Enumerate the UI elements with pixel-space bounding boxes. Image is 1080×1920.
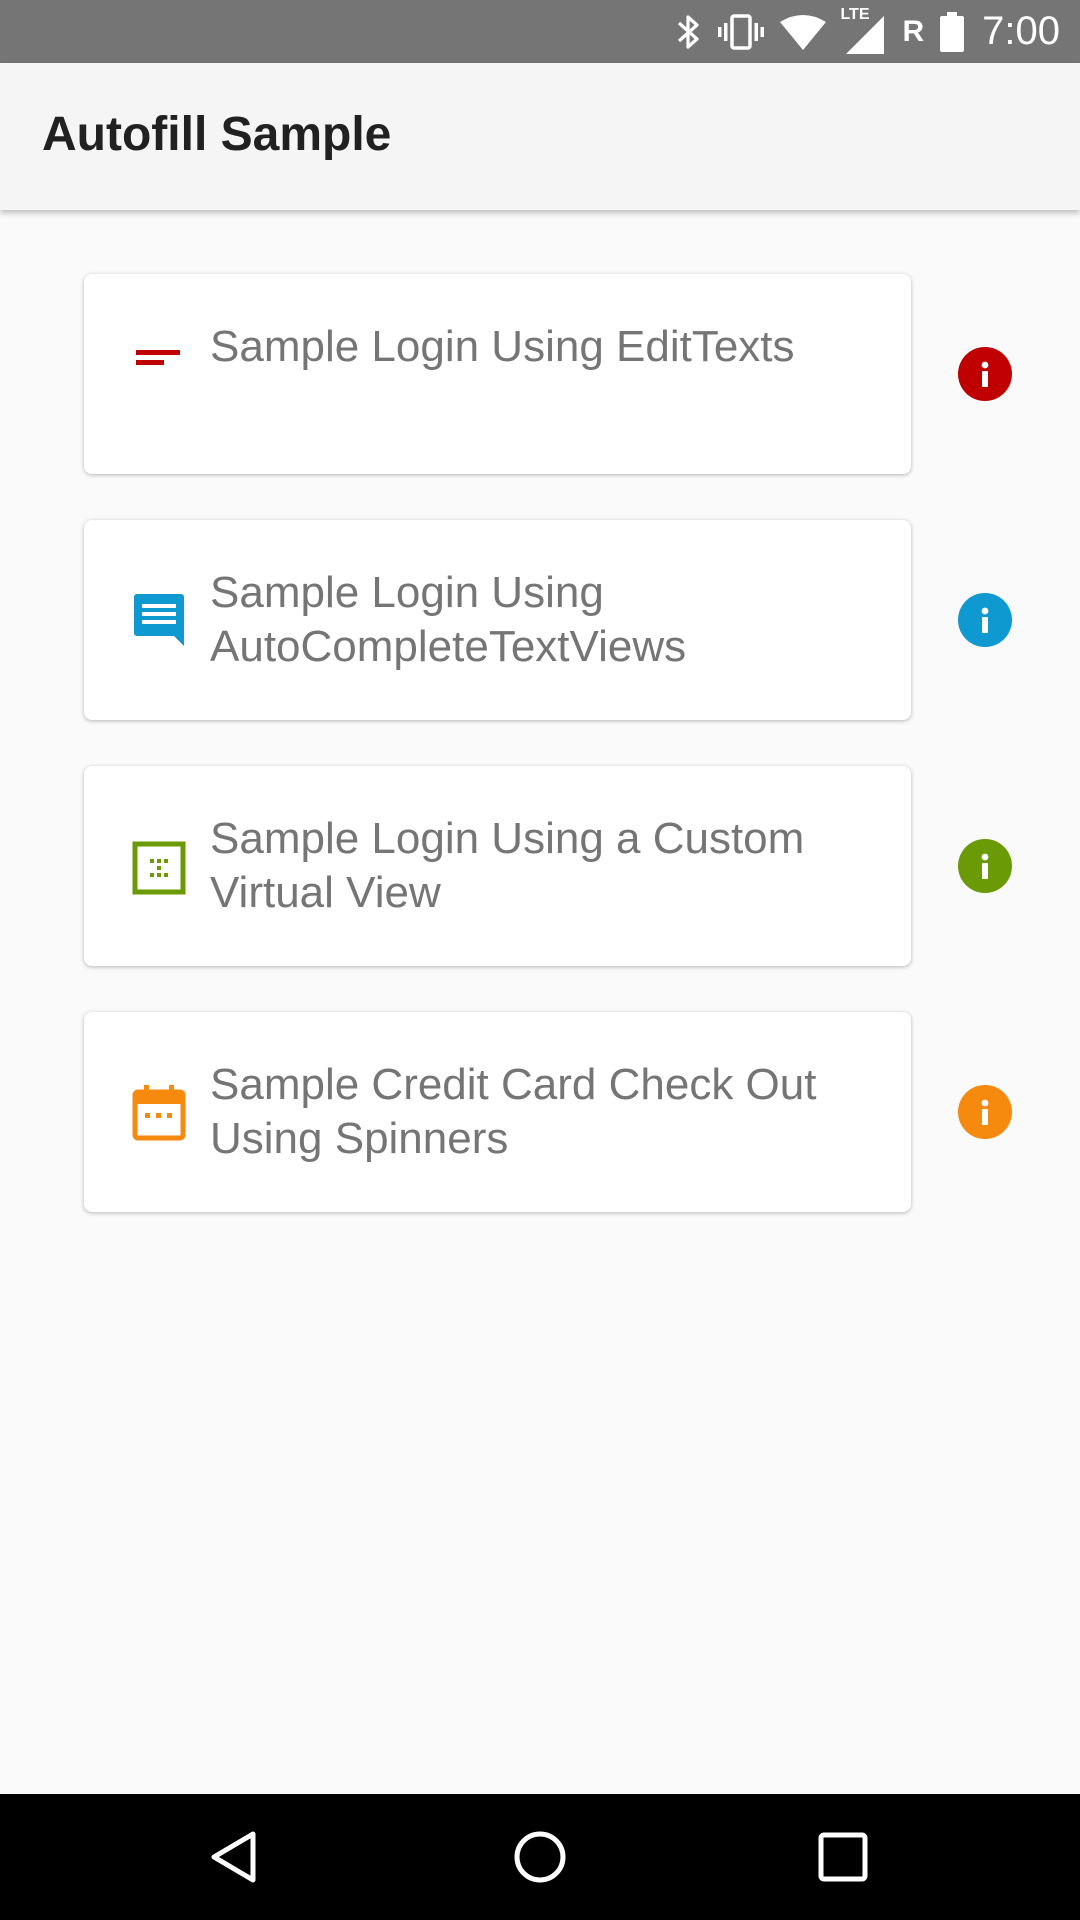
navigation-bar [0, 1794, 1080, 1920]
info-button-credit-card-checkout[interactable] [958, 1085, 1012, 1139]
card-label: Sample Login Using EditTexts [210, 322, 795, 371]
status-time: 7:00 [982, 9, 1060, 53]
roaming-label: R [902, 14, 925, 48]
list-item: Sample Login Using AutoCompleteTextViews [0, 520, 1080, 720]
info-icon [958, 1085, 1012, 1139]
card-credit-card-checkout[interactable]: Sample Credit Card Check Out Using Spinn… [84, 1012, 911, 1212]
status-bar: LTE R 7:00 [0, 0, 1080, 63]
bluetooth-icon [676, 12, 702, 52]
card-autocompletetextviews[interactable]: Sample Login Using AutoCompleteTextViews [84, 520, 911, 720]
grid-square-icon [129, 838, 189, 898]
home-icon [510, 1827, 570, 1887]
status-icons: LTE R 7:00 [660, 0, 1060, 63]
card-edittexts[interactable]: Sample Login Using EditTexts [84, 274, 911, 474]
short-text-icon [129, 330, 189, 390]
home-button[interactable] [510, 1827, 570, 1887]
list-item: Sample Credit Card Check Out Using Spinn… [0, 1012, 1080, 1212]
vibrate-icon [718, 13, 765, 50]
info-button-custom-virtual-view[interactable] [958, 839, 1012, 893]
back-button[interactable] [206, 1827, 266, 1887]
card-label: Sample Login Using a Custom Virtual View [210, 814, 805, 917]
network-type-label: LTE [840, 5, 870, 23]
app-bar: Autofill Sample [0, 63, 1080, 210]
card-custom-virtual-view[interactable]: Sample Login Using a Custom Virtual View [84, 766, 911, 966]
list-item: Sample Login Using a Custom Virtual View [0, 766, 1080, 966]
back-icon [206, 1827, 266, 1887]
info-icon [958, 839, 1012, 893]
chat-bubble-icon [129, 590, 189, 650]
card-label: Sample Login Using AutoCompleteTextViews [210, 568, 687, 671]
recents-icon [813, 1827, 873, 1887]
list-item: Sample Login Using EditTexts [0, 274, 1080, 474]
info-icon [958, 347, 1012, 401]
info-icon [958, 593, 1012, 647]
info-button-edittexts[interactable] [958, 347, 1012, 401]
cell-signal-icon: LTE [840, 6, 886, 54]
wifi-icon [780, 14, 827, 50]
info-button-autocompletetextviews[interactable] [958, 593, 1012, 647]
card-label: Sample Credit Card Check Out Using Spinn… [210, 1060, 817, 1163]
recents-button[interactable] [813, 1827, 873, 1887]
app-title: Autofill Sample [42, 108, 392, 161]
calendar-icon [129, 1082, 189, 1142]
battery-icon [940, 11, 965, 52]
